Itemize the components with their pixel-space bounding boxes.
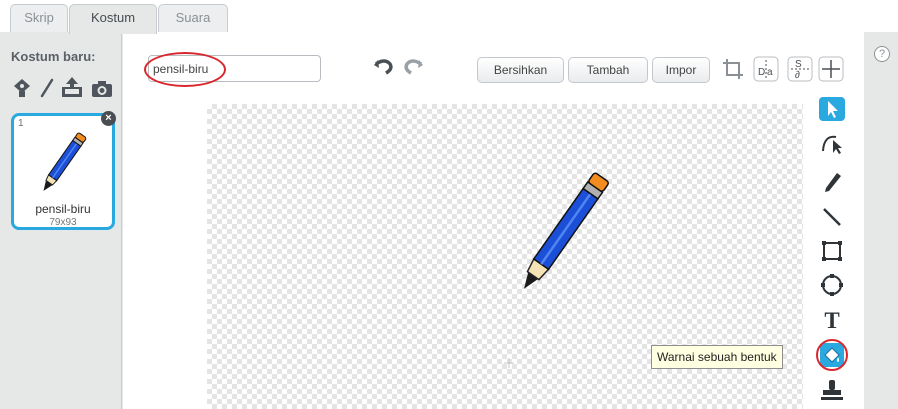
tab-bar: Skrip Kostum Suara <box>0 0 898 34</box>
ellipse-icon[interactable] <box>818 272 846 298</box>
undo-icon[interactable] <box>371 55 395 77</box>
costume-name-input[interactable] <box>148 55 321 82</box>
reshape-icon[interactable] <box>818 129 846 155</box>
delete-costume-icon[interactable]: × <box>101 111 116 126</box>
costume-name-label: pensil-biru <box>35 202 91 216</box>
camera-icon[interactable] <box>91 80 113 98</box>
paint-new-costume-icon[interactable] <box>12 78 32 98</box>
flip-horizontal-icon[interactable]: D a <box>753 56 779 82</box>
tab-costumes[interactable]: Kostum <box>69 4 157 34</box>
fill-bucket-icon[interactable] <box>818 342 846 368</box>
help-icon[interactable]: ? <box>874 46 890 62</box>
upload-costume-icon[interactable] <box>61 76 83 98</box>
svg-text:S: S <box>795 59 802 70</box>
tab-scripts[interactable]: Skrip <box>10 4 68 33</box>
tab-scripts-label: Skrip <box>24 10 54 25</box>
tab-costumes-label: Kostum <box>90 10 136 25</box>
right-panel-edge <box>864 32 898 409</box>
add-button[interactable]: Tambah <box>568 57 648 83</box>
import-button[interactable]: Impor <box>652 57 710 83</box>
rectangle-icon[interactable] <box>818 238 846 264</box>
redo-icon[interactable] <box>402 55 426 77</box>
canvas-pencil-drawing[interactable] <box>507 172 619 294</box>
tab-sounds-label: Suara <box>175 10 211 25</box>
rotation-center-marker <box>504 358 514 368</box>
svg-text:∂: ∂ <box>795 70 800 81</box>
svg-text:T: T <box>824 308 839 332</box>
paintbrush-icon[interactable] <box>39 78 55 98</box>
line-icon[interactable] <box>818 204 846 230</box>
flip-vertical-icon[interactable]: S ∂ <box>787 56 813 82</box>
costume-thumbnail[interactable]: 1 × pensil-biru 79x93 <box>11 111 116 230</box>
crop-icon[interactable] <box>720 56 746 82</box>
clear-button[interactable]: Bersihkan <box>477 57 564 83</box>
svg-text:D: D <box>758 67 765 78</box>
costume-size-label: 79x93 <box>49 217 77 228</box>
costume-number: 1 <box>18 118 24 129</box>
fill-tool-tooltip: Warnai sebuah bentuk <box>651 345 783 369</box>
svg-text:a: a <box>767 67 773 78</box>
tab-sounds[interactable]: Suara <box>158 4 228 33</box>
costume-pencil-thumbnail <box>43 132 87 191</box>
new-costume-label: Kostum baru: <box>11 49 96 64</box>
set-costume-center-icon[interactable] <box>818 56 844 82</box>
stamp-icon[interactable] <box>818 377 846 403</box>
pencil-icon[interactable] <box>818 170 846 196</box>
select-icon[interactable] <box>818 96 846 122</box>
text-icon[interactable]: T <box>818 306 846 332</box>
costume-sidebar: Kostum baru: 1 × pensil-biru 79x93 <box>0 32 122 409</box>
